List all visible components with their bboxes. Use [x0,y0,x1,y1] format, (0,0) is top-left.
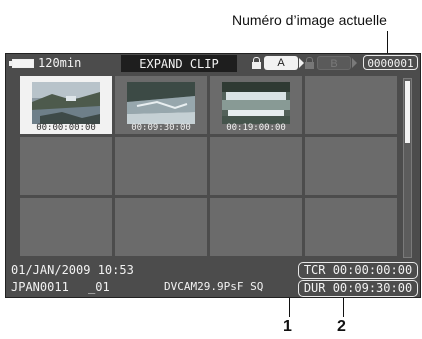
current-image-number-callout: Numéro d’image actuelle [232,12,387,28]
clip-datetime: 01/JAN/2009 10:53 [11,263,134,277]
clip-name: JPAN0011 [11,280,69,294]
thumbnail-cell-4[interactable] [305,76,397,134]
lock-icon-slot-b [305,57,314,69]
clip-suffix: _01 [88,280,110,294]
thumbnail-image-1 [32,82,100,124]
status-bar: 120min EXPAND CLIP A B 0000001 [6,54,420,73]
callout-number-2: 2 [337,318,346,335]
thumbnail-cell-11[interactable] [210,198,302,256]
slot-b-indicator: B [317,56,351,70]
thumbnail-cell-6[interactable] [115,137,207,195]
screen-title-box: EXPAND CLIP [121,55,237,72]
scrollbar[interactable] [403,78,412,258]
thumbnail-timecode-2: 00:09:30:00 [131,123,191,133]
thumbnail-cell-3[interactable]: 00:19:00:00 [210,76,302,134]
callout-leader-2 [343,298,344,317]
camera-lcd-screen: 120min EXPAND CLIP A B 0000001 00:00:00:… [5,53,421,298]
thumbnail-cell-2[interactable]: 00:09:30:00 [115,76,207,134]
battery-remaining: 120min [38,56,82,70]
thumbnail-cell-1[interactable]: 00:00:00:00 [20,76,112,134]
thumbnail-timecode-3: 00:19:00:00 [226,123,286,133]
battery-icon [12,59,34,68]
thumbnail-cell-9[interactable] [20,198,112,256]
thumbnail-timecode-1: 00:00:00:00 [36,123,96,133]
slot-a-indicator: A [264,56,298,70]
thumbnail-cell-12[interactable] [305,198,397,256]
lock-icon [252,57,261,69]
thumbnail-cell-7[interactable] [210,137,302,195]
thumbnail-cell-8[interactable] [305,137,397,195]
slot-b-arrow-icon [352,58,357,68]
thumbnail-image-2 [127,82,195,124]
screen-title: EXPAND CLIP [139,57,219,71]
slot-a-arrow-icon [299,58,304,68]
duration-timecode: DUR 00:09:30:00 [298,280,418,297]
thumbnail-grid: 00:00:00:00 00:09:30:00 00:19:00:00 [20,76,398,256]
clip-format: DVCAM29.9PsF SQ [164,280,264,293]
thumbnail-cell-10[interactable] [115,198,207,256]
thumbnail-cell-5[interactable] [20,137,112,195]
callout-number-1: 1 [283,318,292,335]
image-number: 0000001 [363,55,418,70]
scrollbar-thumb[interactable] [405,81,410,143]
tcr-timecode: TCR 00:00:00:00 [298,262,418,279]
thumbnail-image-3 [222,82,290,124]
